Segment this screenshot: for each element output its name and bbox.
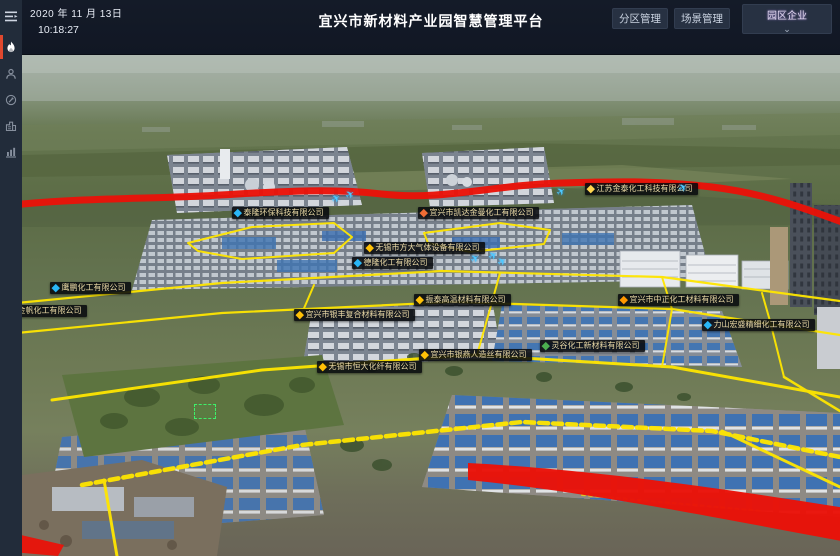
plane-marker-icon[interactable]: ✈	[344, 188, 358, 202]
plane-marker-icon[interactable]: ✈	[469, 252, 483, 266]
bar-chart-icon	[5, 146, 17, 158]
selection-box	[194, 404, 216, 419]
map-company-label[interactable]: 无锡市恒大化纤有限公司	[317, 361, 422, 373]
company-marker-icon	[52, 284, 60, 292]
sidebar-item-statistics[interactable]	[0, 141, 22, 163]
map-company-label[interactable]: 宜兴金帆化工有限公司	[22, 305, 87, 317]
map-overlay: 泰隆环保科技有限公司 宜兴市凯达金曼化工有限公司无锡市方大气体设备有限公司德隆化工…	[22, 55, 840, 556]
company-marker-icon	[620, 296, 628, 304]
company-name: 无锡市方大气体设备有限公司	[376, 244, 480, 252]
map-company-label[interactable]: 泰隆环保科技有限公司	[232, 207, 329, 219]
map-company-label[interactable]: 无锡市方大气体设备有限公司	[364, 242, 485, 254]
company-name: 宜兴市凯达金曼化工有限公司	[430, 209, 534, 217]
company-name: 泰隆环保科技有限公司	[244, 209, 324, 217]
company-marker-icon	[704, 321, 712, 329]
map-company-label[interactable]: 宜兴市凯达金曼化工有限公司	[418, 207, 539, 219]
map-company-label[interactable]: 宜兴市银丰复合材料有限公司	[294, 309, 415, 321]
fire-icon	[5, 41, 17, 54]
plane-marker-icon[interactable]: ✈	[496, 255, 510, 269]
map-company-label[interactable]: 德隆化工有限公司	[352, 257, 433, 269]
chevron-down-icon: ⌄	[783, 25, 791, 33]
map-company-label[interactable]: 灵谷化工新材料有限公司	[540, 340, 645, 352]
company-marker-icon	[416, 296, 424, 304]
dropdown-label: 园区企业	[767, 5, 807, 22]
sidebar-nav	[0, 0, 22, 556]
map-company-label[interactable]: 宜兴市中正化工材料有限公司	[618, 294, 739, 306]
sidebar-item-gauge[interactable]	[0, 89, 22, 111]
person-icon	[5, 68, 17, 80]
sidebar-item-factory[interactable]	[0, 115, 22, 137]
company-name: 宜兴金帆化工有限公司	[22, 307, 82, 315]
company-name: 灵谷化工新材料有限公司	[552, 342, 640, 350]
menu-icon[interactable]	[0, 5, 22, 27]
map-company-label[interactable]: 宜兴市银燕人造丝有限公司	[419, 349, 532, 361]
company-name: 鹰鹏化工有限公司	[62, 284, 126, 292]
park-enterprise-dropdown[interactable]: 园区企业 ⌄	[742, 4, 832, 34]
factory-icon	[5, 120, 17, 132]
scene-management-button[interactable]: 场景管理	[674, 8, 730, 29]
company-marker-icon	[296, 311, 304, 319]
plane-marker-icon[interactable]: ✈	[555, 185, 569, 199]
smart-park-platform: 2020 年 11 月 13日 10:18:27 宜兴市新材料产业园智慧管理平台…	[0, 0, 840, 556]
company-name: 无锡市恒大化纤有限公司	[329, 363, 417, 371]
map-company-label[interactable]: 振泰高温材料有限公司	[414, 294, 511, 306]
company-marker-icon	[319, 363, 327, 371]
plane-marker-icon[interactable]: ✈	[330, 192, 344, 206]
company-name: 宜兴市中正化工材料有限公司	[630, 296, 734, 304]
company-name: 宜兴市银燕人造丝有限公司	[431, 351, 527, 359]
zone-management-button[interactable]: 分区管理	[612, 8, 668, 29]
gauge-icon	[5, 94, 17, 106]
company-marker-icon	[354, 259, 362, 267]
company-marker-icon	[542, 342, 550, 350]
company-marker-icon	[234, 209, 242, 217]
company-marker-icon	[587, 185, 595, 193]
company-marker-icon	[420, 209, 428, 217]
company-name: 力山宏盛精细化工有限公司	[714, 321, 810, 329]
map-3d-scene[interactable]: 泰隆环保科技有限公司 宜兴市凯达金曼化工有限公司无锡市方大气体设备有限公司德隆化工…	[22, 55, 840, 556]
company-marker-icon	[421, 351, 429, 359]
company-marker-icon	[366, 244, 374, 252]
header-bar: 2020 年 11 月 13日 10:18:27 宜兴市新材料产业园智慧管理平台…	[22, 0, 840, 55]
company-name: 宜兴市银丰复合材料有限公司	[306, 311, 410, 319]
map-company-label[interactable]: 力山宏盛精细化工有限公司	[702, 319, 815, 331]
sidebar-item-person[interactable]	[0, 63, 22, 85]
company-name: 德隆化工有限公司	[364, 259, 428, 267]
sidebar-item-fire[interactable]	[0, 35, 22, 59]
map-company-label[interactable]: 鹰鹏化工有限公司	[50, 282, 131, 294]
company-name: 振泰高温材料有限公司	[426, 296, 506, 304]
